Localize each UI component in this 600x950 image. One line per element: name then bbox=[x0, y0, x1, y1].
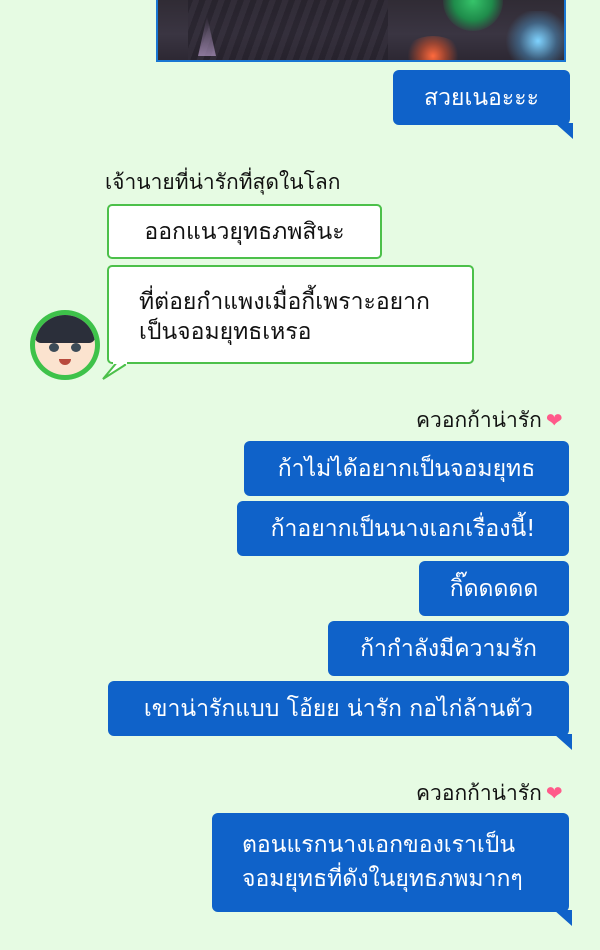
message-text: ก้าอยากเป็นนางเอกเรื่องนี้! bbox=[270, 515, 536, 542]
sender-name: ควอกก้าน่ารัก ❤ bbox=[416, 404, 563, 437]
heart-icon: ❤ bbox=[545, 781, 563, 805]
message-text-line: เป็นจอมยุทธเหรอ bbox=[139, 319, 312, 345]
photo-green-bokeh bbox=[443, 0, 503, 31]
message-text: กิ๊ดดดดด bbox=[449, 575, 539, 602]
message-text: ก้ากำลังมีความรัก bbox=[360, 635, 537, 662]
photo-blue-bokeh bbox=[503, 11, 564, 60]
incoming-message[interactable]: ออกแนวยุทธภพสินะ bbox=[107, 204, 382, 259]
message-text-line: ที่ต่อยกำแพงเมื่อกี้เพราะอยาก bbox=[139, 289, 430, 315]
sender-name: ควอกก้าน่ารัก ❤ bbox=[416, 777, 563, 810]
bubble-tail bbox=[555, 123, 573, 139]
shared-photo[interactable] bbox=[156, 0, 566, 62]
outgoing-message[interactable]: กิ๊ดดดดด bbox=[419, 561, 569, 616]
bubble-tail bbox=[102, 355, 127, 380]
chibi-boy-avatar-icon bbox=[35, 315, 95, 375]
outgoing-message[interactable]: เขาน่ารักแบบ โอ้ยย น่ารัก กอไก่ล้านตัว bbox=[108, 681, 569, 736]
message-text: สวยเนอะะะ bbox=[424, 84, 539, 111]
message-text: ก้าไม่ได้อยากเป็นจอมยุทธ bbox=[277, 455, 536, 482]
bubble-tail bbox=[554, 734, 572, 750]
outgoing-message[interactable]: ก้ากำลังมีความรัก bbox=[328, 621, 569, 676]
outgoing-message[interactable]: ตอนแรกนางเอกของเราเป็น จอมยุทธที่ดังในยุ… bbox=[212, 813, 569, 912]
photo-orange-bokeh bbox=[403, 36, 463, 60]
heart-icon: ❤ bbox=[545, 408, 563, 432]
sender-name-text: ควอกก้าน่ารัก bbox=[416, 408, 542, 432]
sender-name-text: ควอกก้าน่ารัก bbox=[416, 781, 542, 805]
outgoing-message[interactable]: ก้าอยากเป็นนางเอกเรื่องนี้! bbox=[237, 501, 569, 556]
outgoing-message[interactable]: ก้าไม่ได้อยากเป็นจอมยุทธ bbox=[244, 441, 569, 496]
message-text: เขาน่ารักแบบ โอ้ยย น่ารัก กอไก่ล้านตัว bbox=[143, 695, 534, 722]
bubble-tail bbox=[554, 910, 572, 926]
incoming-message[interactable]: ที่ต่อยกำแพงเมื่อกี้เพราะอยาก เป็นจอมยุท… bbox=[107, 265, 474, 364]
outgoing-message[interactable]: สวยเนอะะะ bbox=[393, 70, 570, 125]
sender-name: เจ้านายที่น่ารักที่สุดในโลก bbox=[105, 170, 341, 194]
message-text: ออกแนวยุทธภพสินะ bbox=[144, 218, 345, 245]
message-text-line: ตอนแรกนางเอกของเราเป็น bbox=[242, 832, 516, 858]
avatar[interactable] bbox=[30, 310, 100, 380]
photo-hair-detail bbox=[188, 0, 388, 60]
message-text-line: จอมยุทธที่ดังในยุทธภพมากๆ bbox=[242, 866, 523, 892]
